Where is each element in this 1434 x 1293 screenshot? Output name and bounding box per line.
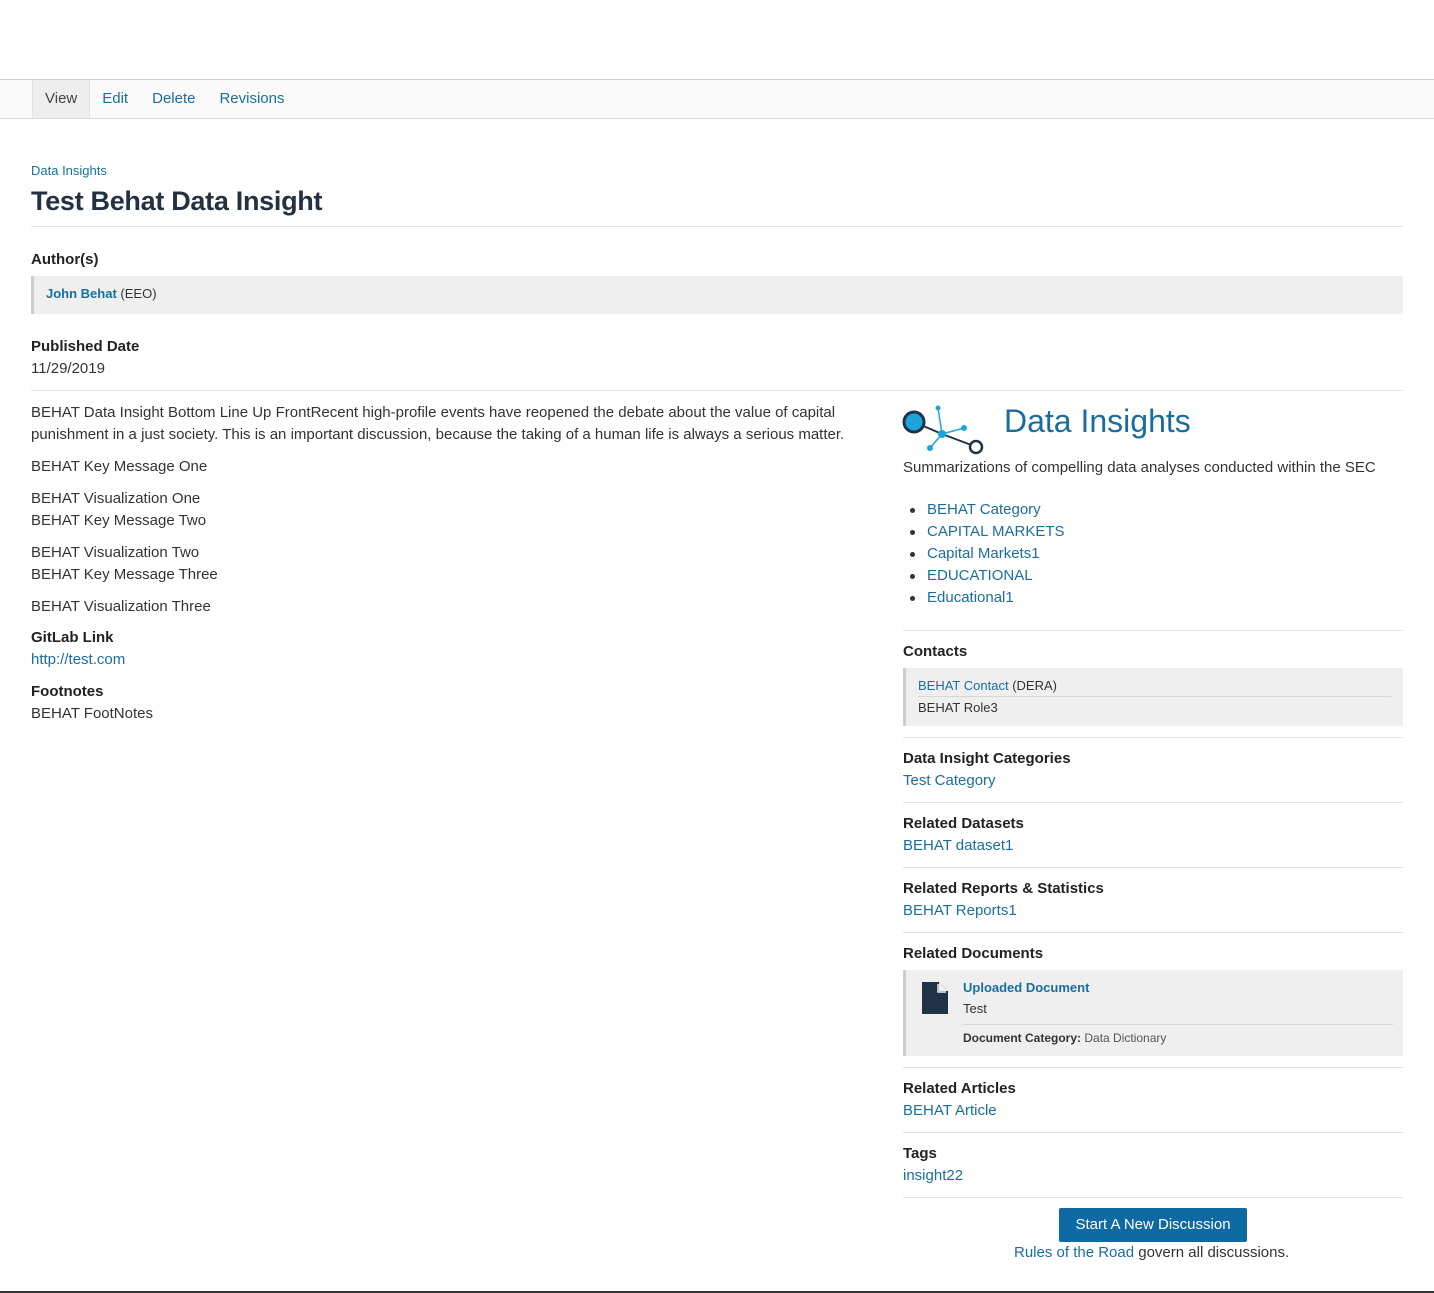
related-articles-label: Related Articles [903, 1080, 1016, 1097]
gitlab-label: GitLab Link [31, 629, 114, 646]
sidebar-title: Data Insights [1004, 403, 1191, 439]
divider [903, 1132, 1403, 1133]
visualization-two: BEHAT Visualization Two [31, 544, 200, 561]
contact-role: BEHAT Role3 [918, 700, 998, 715]
tabs: View Edit Delete Revisions [32, 80, 297, 118]
author-box: John Behat (EEO) [31, 276, 1403, 314]
divider [903, 867, 1403, 868]
visualization-one: BEHAT Visualization One [31, 490, 201, 507]
related-reports-label: Related Reports & Statistics [903, 880, 1104, 897]
divider [31, 390, 1403, 391]
author-link[interactable]: John Behat [46, 286, 117, 301]
document-link[interactable]: Uploaded Document [963, 980, 1089, 995]
published-label: Published Date [31, 338, 140, 355]
document-card: Uploaded Document Test Document Category… [903, 970, 1403, 1056]
contacts-label: Contacts [903, 643, 968, 660]
list-item: Capital Markets1 [903, 543, 1065, 565]
tab-delete[interactable]: Delete [140, 80, 207, 118]
divider [903, 1197, 1403, 1198]
footnotes-label: Footnotes [31, 683, 104, 700]
body-intro: BEHAT Data Insight Bottom Line Up FrontR… [31, 404, 845, 443]
contacts-box: BEHAT Contact (DERA) BEHAT Role3 [903, 668, 1403, 726]
list-item: CAPITAL MARKETS [903, 521, 1065, 543]
breadcrumb[interactable]: Data Insights [31, 163, 107, 178]
document-category-label: Document Category: [963, 1031, 1082, 1045]
tab-revisions[interactable]: Revisions [207, 80, 296, 118]
key-message-two: BEHAT Key Message Two [31, 512, 207, 529]
report-link[interactable]: BEHAT Reports1 [903, 902, 1017, 919]
divider [903, 630, 1403, 631]
related-datasets-label: Related Datasets [903, 815, 1024, 832]
list-item: Educational1 [903, 587, 1065, 609]
divider [903, 1067, 1403, 1068]
tag-link[interactable]: insight22 [903, 1167, 963, 1184]
insight-category-link[interactable]: Test Category [903, 772, 996, 789]
category-link[interactable]: EDUCATIONAL [927, 567, 1033, 584]
gitlab-link[interactable]: http://test.com [31, 651, 125, 668]
tags-label: Tags [903, 1145, 937, 1162]
category-link[interactable]: BEHAT Category [927, 501, 1041, 518]
divider [963, 1024, 1393, 1025]
visualization-three: BEHAT Visualization Three [31, 598, 211, 615]
contact-link[interactable]: BEHAT Contact [918, 678, 1009, 693]
article-link[interactable]: BEHAT Article [903, 1102, 997, 1119]
document-category-value: Data Dictionary [1084, 1031, 1167, 1045]
divider [903, 802, 1403, 803]
related-documents-label: Related Documents [903, 945, 1044, 962]
document-description: Test [963, 1001, 987, 1016]
author-org: (EEO) [120, 286, 157, 301]
key-message-three: BEHAT Key Message Three [31, 566, 218, 583]
divider [903, 932, 1403, 933]
category-link[interactable]: Capital Markets1 [927, 545, 1040, 562]
dataset-link[interactable]: BEHAT dataset1 [903, 837, 1013, 854]
document-category: Document Category: Data Dictionary [963, 1031, 1166, 1045]
local-tasks-bar: View Edit Delete Revisions [0, 79, 1434, 119]
rules-text: govern all discussions. [1134, 1244, 1290, 1261]
list-item: BEHAT Category [903, 499, 1065, 521]
key-message-one: BEHAT Key Message One [31, 458, 208, 475]
contact-row: BEHAT Contact (DERA) [918, 668, 1391, 697]
start-discussion-button[interactable]: Start A New Discussion [1059, 1208, 1247, 1242]
published-value: 11/29/2019 [31, 360, 105, 377]
category-link[interactable]: Educational1 [927, 589, 1014, 606]
category-link[interactable]: CAPITAL MARKETS [927, 523, 1065, 540]
tab-edit[interactable]: Edit [90, 80, 140, 118]
category-list: BEHAT Category CAPITAL MARKETS Capital M… [903, 499, 1065, 609]
tab-view[interactable]: View [32, 80, 91, 118]
rules-of-the-road-link[interactable]: Rules of the Road [1014, 1244, 1134, 1261]
authors-label: Author(s) [31, 251, 99, 268]
contact-org: (DERA) [1012, 678, 1057, 693]
divider [903, 737, 1403, 738]
file-icon [922, 982, 948, 1014]
divider [31, 226, 1403, 227]
sidebar-subtitle: Summarizations of compelling data analys… [903, 459, 1376, 476]
data-insights-logo-icon [902, 405, 984, 455]
insight-categories-label: Data Insight Categories [903, 750, 1071, 767]
list-item: EDUCATIONAL [903, 565, 1065, 587]
footnotes-value: BEHAT FootNotes [31, 705, 153, 722]
rules-note: Rules of the Road govern all discussions… [1014, 1244, 1289, 1261]
page-title: Test Behat Data Insight [31, 186, 323, 216]
